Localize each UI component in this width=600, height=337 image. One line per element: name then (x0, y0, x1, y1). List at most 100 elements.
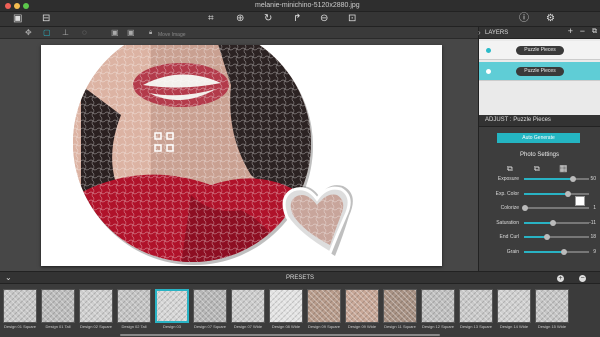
zoom-window-button[interactable] (23, 3, 29, 9)
close-window-button[interactable] (5, 3, 11, 9)
slider-knob[interactable] (569, 176, 576, 182)
slider-knob[interactable] (561, 248, 568, 255)
preset-label: Design 14 Wide (499, 324, 529, 329)
mask-tool-icon[interactable]: ▣ (127, 28, 135, 38)
add-preset-button[interactable]: + (557, 275, 564, 282)
window-title: melanie-minichino-5120x2880.jpg (255, 2, 360, 9)
exp-color-swatch[interactable] (575, 196, 585, 206)
slider-track[interactable] (524, 190, 589, 197)
auto-generate-button[interactable]: Auto Generate (497, 133, 580, 143)
preset-label: Design 07 Square (193, 324, 227, 329)
grid-settings-icon[interactable]: ▦ (559, 163, 568, 174)
preset-label: Design 09 Square (307, 324, 341, 329)
canvas-area[interactable] (0, 24, 478, 271)
slider-label: Exp. Color (495, 190, 519, 197)
tool-options-bar: ✥ ▢ ⊥ ◌ ▣ ▣ 🔒︎ Move Image (0, 27, 478, 39)
image-tool-icon[interactable]: ▣ (111, 28, 119, 38)
slider-value: -11 (589, 219, 596, 226)
adjust-header: ADJUST : Puzzle Pieces (479, 115, 600, 127)
presets-title: PRESETS (285, 275, 314, 281)
preset-thumbnail[interactable] (155, 289, 189, 323)
collapse-panel-icon[interactable]: › (478, 28, 481, 37)
add-layer-icon[interactable]: + (568, 26, 573, 36)
presets-scrollbar[interactable] (120, 334, 440, 336)
adjust-title: ADJUST : Puzzle Pieces (485, 117, 551, 123)
preset-label: Design 01 Square (3, 324, 37, 329)
layer-visibility-icon[interactable] (486, 48, 491, 53)
preset-label: Design 03 (162, 324, 181, 329)
slider-knob[interactable] (565, 190, 572, 197)
minimize-window-button[interactable] (14, 3, 20, 9)
preset-thumbnail[interactable] (307, 289, 341, 323)
stamp-tool-icon[interactable]: ⊥ (62, 28, 69, 38)
presets-header: ⌄ PRESETS + − (0, 271, 600, 284)
remove-preset-button[interactable]: − (579, 275, 586, 282)
puzzle-image[interactable] (41, 24, 442, 266)
zoom-in-icon[interactable]: ⊕ (236, 13, 244, 25)
preset-thumbnail[interactable] (269, 289, 303, 323)
slider-label: Colorize (500, 205, 519, 211)
slider-track[interactable] (524, 219, 589, 226)
layers-header: › LAYERS + − ⧉ (478, 26, 600, 39)
preset-thumbnail[interactable] (383, 289, 417, 323)
preset-thumbnail[interactable] (421, 289, 455, 323)
move-tool-icon[interactable]: ✥ (25, 28, 32, 38)
slider-track[interactable] (524, 176, 589, 182)
slider-value: 1 (593, 205, 596, 211)
slider-label: End Curl (499, 234, 519, 240)
slider-knob[interactable] (522, 205, 529, 211)
lock-icon: 🔒︎ (149, 30, 153, 36)
preset-thumbnail[interactable] (535, 289, 569, 323)
preset-label: Design 12 Square (421, 324, 455, 329)
preset-label: Design 09 Wide (347, 324, 377, 329)
preset-thumbnail[interactable] (345, 289, 379, 323)
slider-fill (524, 221, 554, 224)
preset-thumbnail[interactable] (231, 289, 265, 323)
slider-label: Exposure (497, 176, 519, 182)
preset-thumbnail[interactable] (41, 289, 75, 323)
layer-visibility-icon[interactable] (486, 69, 491, 74)
slider-label: Grain (506, 248, 519, 255)
info-icon[interactable]: ⓘ (519, 13, 529, 25)
layer-item-selected[interactable]: Puzzle Pieces (479, 62, 600, 81)
preset-thumbnail[interactable] (497, 289, 531, 323)
slider-value: 50 (590, 176, 596, 182)
preset-thumbnail[interactable] (117, 289, 151, 323)
preset-thumbnail[interactable] (459, 289, 493, 323)
preset-label: Design 11 Square (384, 324, 416, 329)
slider-label: Saturation (496, 219, 519, 226)
preset-thumbnail[interactable] (3, 289, 37, 323)
adjust-section: Auto Generate Photo Settings ⧉ ⧉ ▦ Expos… (479, 127, 600, 282)
preset-label: Design 08 Wide (271, 324, 301, 329)
slider-value: 18 (590, 234, 596, 240)
duplicate-layer-icon[interactable]: ⧉ (592, 28, 597, 36)
crop-icon[interactable]: ⌗ (208, 13, 214, 25)
browse-icon[interactable]: ⊟ (42, 13, 50, 25)
paste-settings-icon[interactable]: ⧉ (534, 164, 540, 174)
preset-label: Design 02 Square (79, 324, 113, 329)
gear-icon[interactable]: ⚙ (546, 13, 555, 25)
copy-settings-icon[interactable]: ⧉ (507, 164, 513, 174)
preset-thumbnail[interactable] (193, 289, 227, 323)
fit-icon[interactable]: ⊡ (348, 13, 356, 25)
slider-track[interactable] (524, 248, 589, 255)
preset-label: Design 02 Tall (121, 324, 147, 329)
layers-title: LAYERS (485, 30, 509, 36)
slider-track[interactable] (522, 205, 589, 211)
flip-icon[interactable]: ↱ (293, 13, 301, 25)
bulb-tool-icon[interactable]: ◌ (82, 28, 87, 38)
slider-track[interactable] (524, 234, 589, 240)
preset-thumbnail[interactable] (79, 289, 113, 323)
remove-layer-icon[interactable]: − (580, 26, 585, 36)
main-toolbar: ▣ ⊟ ⌗ ⊕ ↻ ↱ ⊖ ⊡ ⓘ ⚙ (0, 12, 600, 27)
logo-icon[interactable]: ▣ (13, 13, 22, 25)
preset-label: Design 15 Wide (537, 324, 567, 329)
zoom-out-icon[interactable]: ⊖ (320, 13, 328, 25)
layer-item[interactable]: Puzzle Pieces (479, 41, 600, 60)
layer-label: Puzzle Pieces (516, 46, 564, 55)
slider-knob[interactable] (543, 234, 550, 240)
rotate-icon[interactable]: ↻ (264, 13, 272, 25)
slider-knob[interactable] (550, 219, 557, 226)
select-tool-icon[interactable]: ▢ (43, 28, 51, 38)
canvas-paper[interactable] (41, 24, 442, 266)
